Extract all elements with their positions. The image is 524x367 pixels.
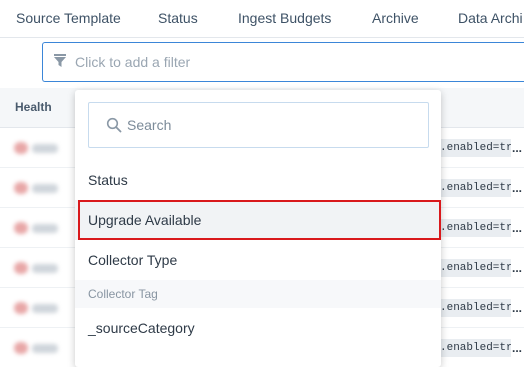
filter-placeholder: Click to add a filter — [75, 54, 191, 70]
dropdown-search-box[interactable] — [88, 102, 429, 148]
row-more-ellipsis: ... — [512, 301, 523, 315]
filter-bar[interactable]: Click to add a filter — [42, 42, 524, 82]
tab-bar: Source Template Status Ingest Budgets Ar… — [0, 0, 524, 38]
funnel-icon — [54, 54, 66, 67]
option-collector-type[interactable]: Collector Type — [75, 240, 441, 280]
column-header-health[interactable]: Health — [15, 100, 52, 114]
option-status[interactable]: Status — [75, 160, 441, 200]
row-cell-value: .enabled=tru — [437, 339, 511, 357]
tab-data-archiving[interactable]: Data Archi — [458, 10, 523, 26]
row-more-ellipsis: ... — [512, 261, 523, 275]
row-more-ellipsis: ... — [512, 341, 523, 355]
row-more-ellipsis: ... — [512, 141, 523, 155]
row-cell-value: .enabled=tru — [437, 219, 511, 237]
row-more-ellipsis: ... — [512, 221, 523, 235]
row-cell-value: .enabled=tru — [437, 139, 511, 157]
health-status-blurred — [14, 342, 58, 354]
row-cell-value: .enabled=tru — [437, 259, 511, 277]
highlight-outline — [78, 200, 441, 240]
health-status-blurred — [14, 182, 58, 194]
option-source-category[interactable]: _sourceCategory — [75, 308, 441, 348]
health-status-blurred — [14, 222, 58, 234]
health-status-blurred — [14, 262, 58, 274]
tab-source-template[interactable]: Source Template — [16, 10, 121, 26]
health-status-blurred — [14, 302, 58, 314]
row-cell-value: .enabled=tru — [437, 179, 511, 197]
group-header-collector-tag: Collector Tag — [75, 280, 441, 308]
health-status-blurred — [14, 142, 58, 154]
search-icon — [106, 117, 122, 133]
tab-archive[interactable]: Archive — [372, 10, 419, 26]
tab-ingest-budgets[interactable]: Ingest Budgets — [238, 10, 331, 26]
row-more-ellipsis: ... — [512, 181, 523, 195]
tab-status[interactable]: Status — [158, 10, 198, 26]
row-cell-value: .enabled=tru — [437, 299, 511, 317]
dropdown-search-input[interactable] — [127, 114, 417, 136]
